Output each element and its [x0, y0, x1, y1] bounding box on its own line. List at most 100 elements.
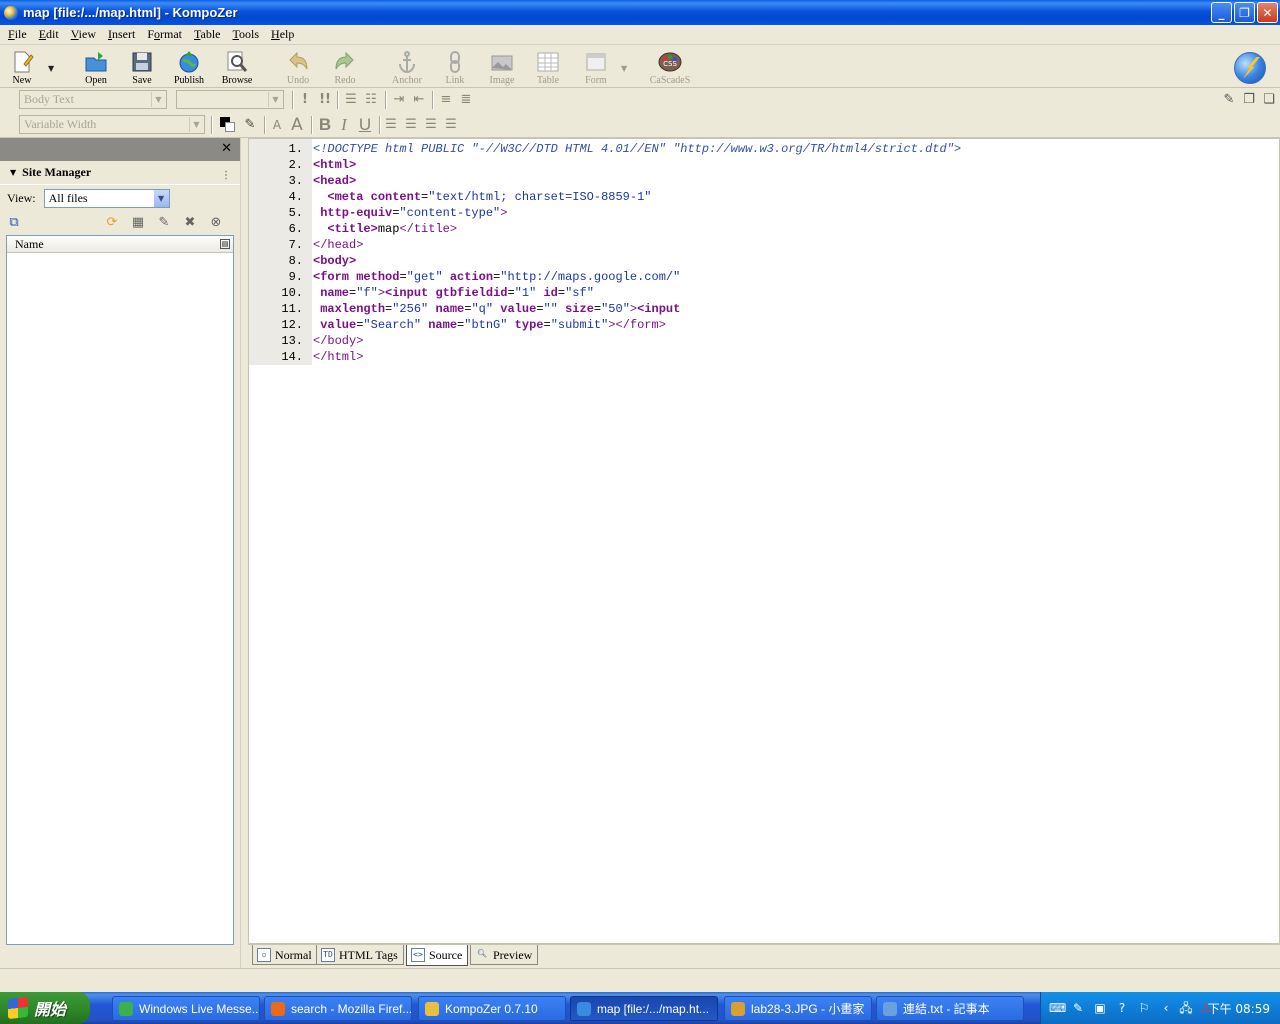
source-editor[interactable]: 1. <!DOCTYPE html PUBLIC "-//W3C//DTD HTM…: [248, 138, 1280, 944]
line-text[interactable]: <title>map</title>: [305, 221, 457, 237]
layer-icon[interactable]: ❐: [1240, 91, 1258, 109]
source-line[interactable]: 12. value="Search" name="btnG" type="sub…: [249, 317, 961, 333]
smaller-text-icon[interactable]: A: [268, 116, 286, 134]
edit-sites-icon[interactable]: ⧉: [6, 215, 22, 231]
underline-icon[interactable]: U: [356, 116, 374, 134]
paragraph-style-select[interactable]: Body Text ▼: [19, 90, 167, 109]
line-text[interactable]: <meta content="text/html; charset=ISO-88…: [305, 189, 651, 205]
help-icon[interactable]: ?: [1115, 1001, 1129, 1015]
taskbar-item[interactable]: map [file:/.../map.ht...: [570, 996, 718, 1021]
network-icon[interactable]: 🖧︎: [1179, 1001, 1193, 1015]
menu-tools[interactable]: Tools: [229, 27, 268, 42]
save-button[interactable]: Save: [120, 48, 164, 88]
source-line[interactable]: 11. maxlength="256" name="q" value="" si…: [249, 301, 961, 317]
menu-view[interactable]: View: [67, 27, 104, 42]
collapse-triangle-icon[interactable]: ▼: [10, 168, 16, 177]
menu-file[interactable]: File: [4, 27, 35, 42]
taskbar-item[interactable]: KompoZer 0.7.10: [418, 996, 566, 1021]
taskbar-item[interactable]: 連結.txt - 記事本: [876, 996, 1024, 1021]
site-manager-title-bar[interactable]: ▼ Site Manager ⋮: [0, 161, 240, 185]
menu-format[interactable]: Format: [143, 27, 190, 42]
table-button[interactable]: Table: [526, 48, 570, 88]
source-line[interactable]: 7. </head>: [249, 237, 961, 253]
refresh-icon[interactable]: ⟳: [104, 215, 120, 231]
highlight-pencil-icon[interactable]: ✎: [241, 116, 259, 134]
site-file-tree[interactable]: Name ▤: [6, 235, 234, 945]
source-line[interactable]: 5. http-equiv="content-type">: [249, 205, 961, 221]
grip-icon[interactable]: ⋮: [221, 170, 231, 181]
indent-icon[interactable]: ⇥: [390, 91, 408, 109]
view-select[interactable]: All files ▼: [43, 189, 170, 208]
line-text[interactable]: <!DOCTYPE html PUBLIC "-//W3C//DTD HTML …: [305, 141, 961, 157]
larger-text-icon[interactable]: A: [288, 116, 306, 134]
tab-normal[interactable]: ▫ Normal: [252, 945, 318, 965]
italic-icon[interactable]: I: [335, 116, 353, 134]
undo-button[interactable]: Undo: [276, 48, 320, 88]
minimize-button[interactable]: _: [1211, 2, 1232, 23]
cascades-button[interactable]: CSS CaScadeS: [648, 48, 692, 88]
menu-table[interactable]: Table: [190, 27, 229, 42]
taskbar-item[interactable]: Windows Live Messe...: [112, 996, 260, 1021]
source-line[interactable]: 9. <form method="get" action="http://maps…: [249, 269, 961, 285]
delete-icon[interactable]: ✖: [182, 215, 198, 231]
expand-tray-icon[interactable]: ‹: [1159, 1001, 1173, 1015]
open-button[interactable]: Open: [74, 48, 118, 88]
clock[interactable]: 下午 08:59: [1208, 1000, 1270, 1017]
publish-button[interactable]: Publish: [167, 48, 211, 88]
sidebar-splitter[interactable]: [240, 138, 248, 968]
definition-description-icon[interactable]: ≣: [457, 91, 475, 109]
line-text[interactable]: </html>: [305, 349, 363, 365]
keyboard-icon[interactable]: ⌨: [1049, 1001, 1066, 1015]
definition-term-icon[interactable]: ≡: [437, 91, 455, 109]
new-button[interactable]: New: [0, 48, 44, 88]
bold-icon[interactable]: B: [316, 116, 334, 134]
source-line[interactable]: 8. <body>: [249, 253, 961, 269]
numbered-list-icon[interactable]: ☰: [342, 91, 360, 109]
pen-icon[interactable]: ✎: [1071, 1001, 1085, 1015]
restore-button[interactable]: ❐: [1234, 2, 1255, 23]
source-line[interactable]: 4. <meta content="text/html; charset=ISO…: [249, 189, 961, 205]
start-button[interactable]: 開始: [0, 992, 90, 1024]
align-right-icon[interactable]: ☰: [422, 116, 440, 134]
source-code[interactable]: 1. <!DOCTYPE html PUBLIC "-//W3C//DTD HTM…: [249, 141, 961, 365]
form-button[interactable]: Form: [574, 48, 618, 88]
taskbar-item[interactable]: search - Mozilla Firef...: [264, 996, 412, 1021]
line-text[interactable]: value="Search" name="btnG" type="submit"…: [305, 317, 666, 333]
source-line[interactable]: 3. <head>: [249, 173, 961, 189]
line-text[interactable]: <html>: [305, 157, 356, 173]
language-bar-icon[interactable]: ⚐: [1137, 1001, 1151, 1015]
source-line[interactable]: 10. name="f"><input gtbfieldid="1" id="s…: [249, 285, 961, 301]
line-text[interactable]: </body>: [305, 333, 363, 349]
line-text[interactable]: <body>: [305, 253, 356, 269]
menu-edit[interactable]: Edit: [35, 27, 67, 42]
layers-stack-icon[interactable]: ❏: [1260, 91, 1278, 109]
source-line[interactable]: 13. </body>: [249, 333, 961, 349]
font-family-select[interactable]: Variable Width ▼: [19, 115, 205, 134]
menu-insert[interactable]: Insert: [104, 27, 143, 42]
name-column-header[interactable]: Name ▤: [7, 236, 233, 253]
stop-icon[interactable]: ⊗: [208, 215, 224, 231]
menu-help[interactable]: Help: [267, 27, 302, 42]
font-select[interactable]: ▼: [176, 90, 284, 109]
align-center-icon[interactable]: ☰: [402, 116, 420, 134]
line-text[interactable]: <form method="get" action="http://maps.g…: [305, 269, 680, 285]
image-button[interactable]: Image: [480, 48, 524, 88]
line-text[interactable]: </head>: [305, 237, 363, 253]
new-dropdown-arrow-icon[interactable]: ▼: [48, 64, 54, 73]
redo-button[interactable]: Redo: [323, 48, 367, 88]
emphasis-icon[interactable]: !: [296, 91, 314, 109]
source-line[interactable]: 14. </html>: [249, 349, 961, 365]
outdent-icon[interactable]: ⇤: [410, 91, 428, 109]
source-line[interactable]: 1. <!DOCTYPE html PUBLIC "-//W3C//DTD HTM…: [249, 141, 962, 157]
rename-icon[interactable]: ✎: [156, 215, 172, 231]
justify-icon[interactable]: ☰: [442, 116, 460, 134]
align-left-icon[interactable]: ☰: [382, 116, 400, 134]
edit-mode-icon[interactable]: ✎: [1220, 91, 1238, 109]
browse-button[interactable]: Browse: [215, 48, 259, 88]
bullet-list-icon[interactable]: ☷: [362, 91, 380, 109]
strong-emphasis-icon[interactable]: !!: [316, 91, 334, 109]
tab-source[interactable]: <> Source: [406, 945, 469, 966]
new-folder-icon[interactable]: ▦: [130, 215, 146, 231]
tab-html-tags[interactable]: TD HTML Tags: [316, 945, 404, 965]
line-text[interactable]: name="f"><input gtbfieldid="1" id="sf": [305, 285, 594, 301]
